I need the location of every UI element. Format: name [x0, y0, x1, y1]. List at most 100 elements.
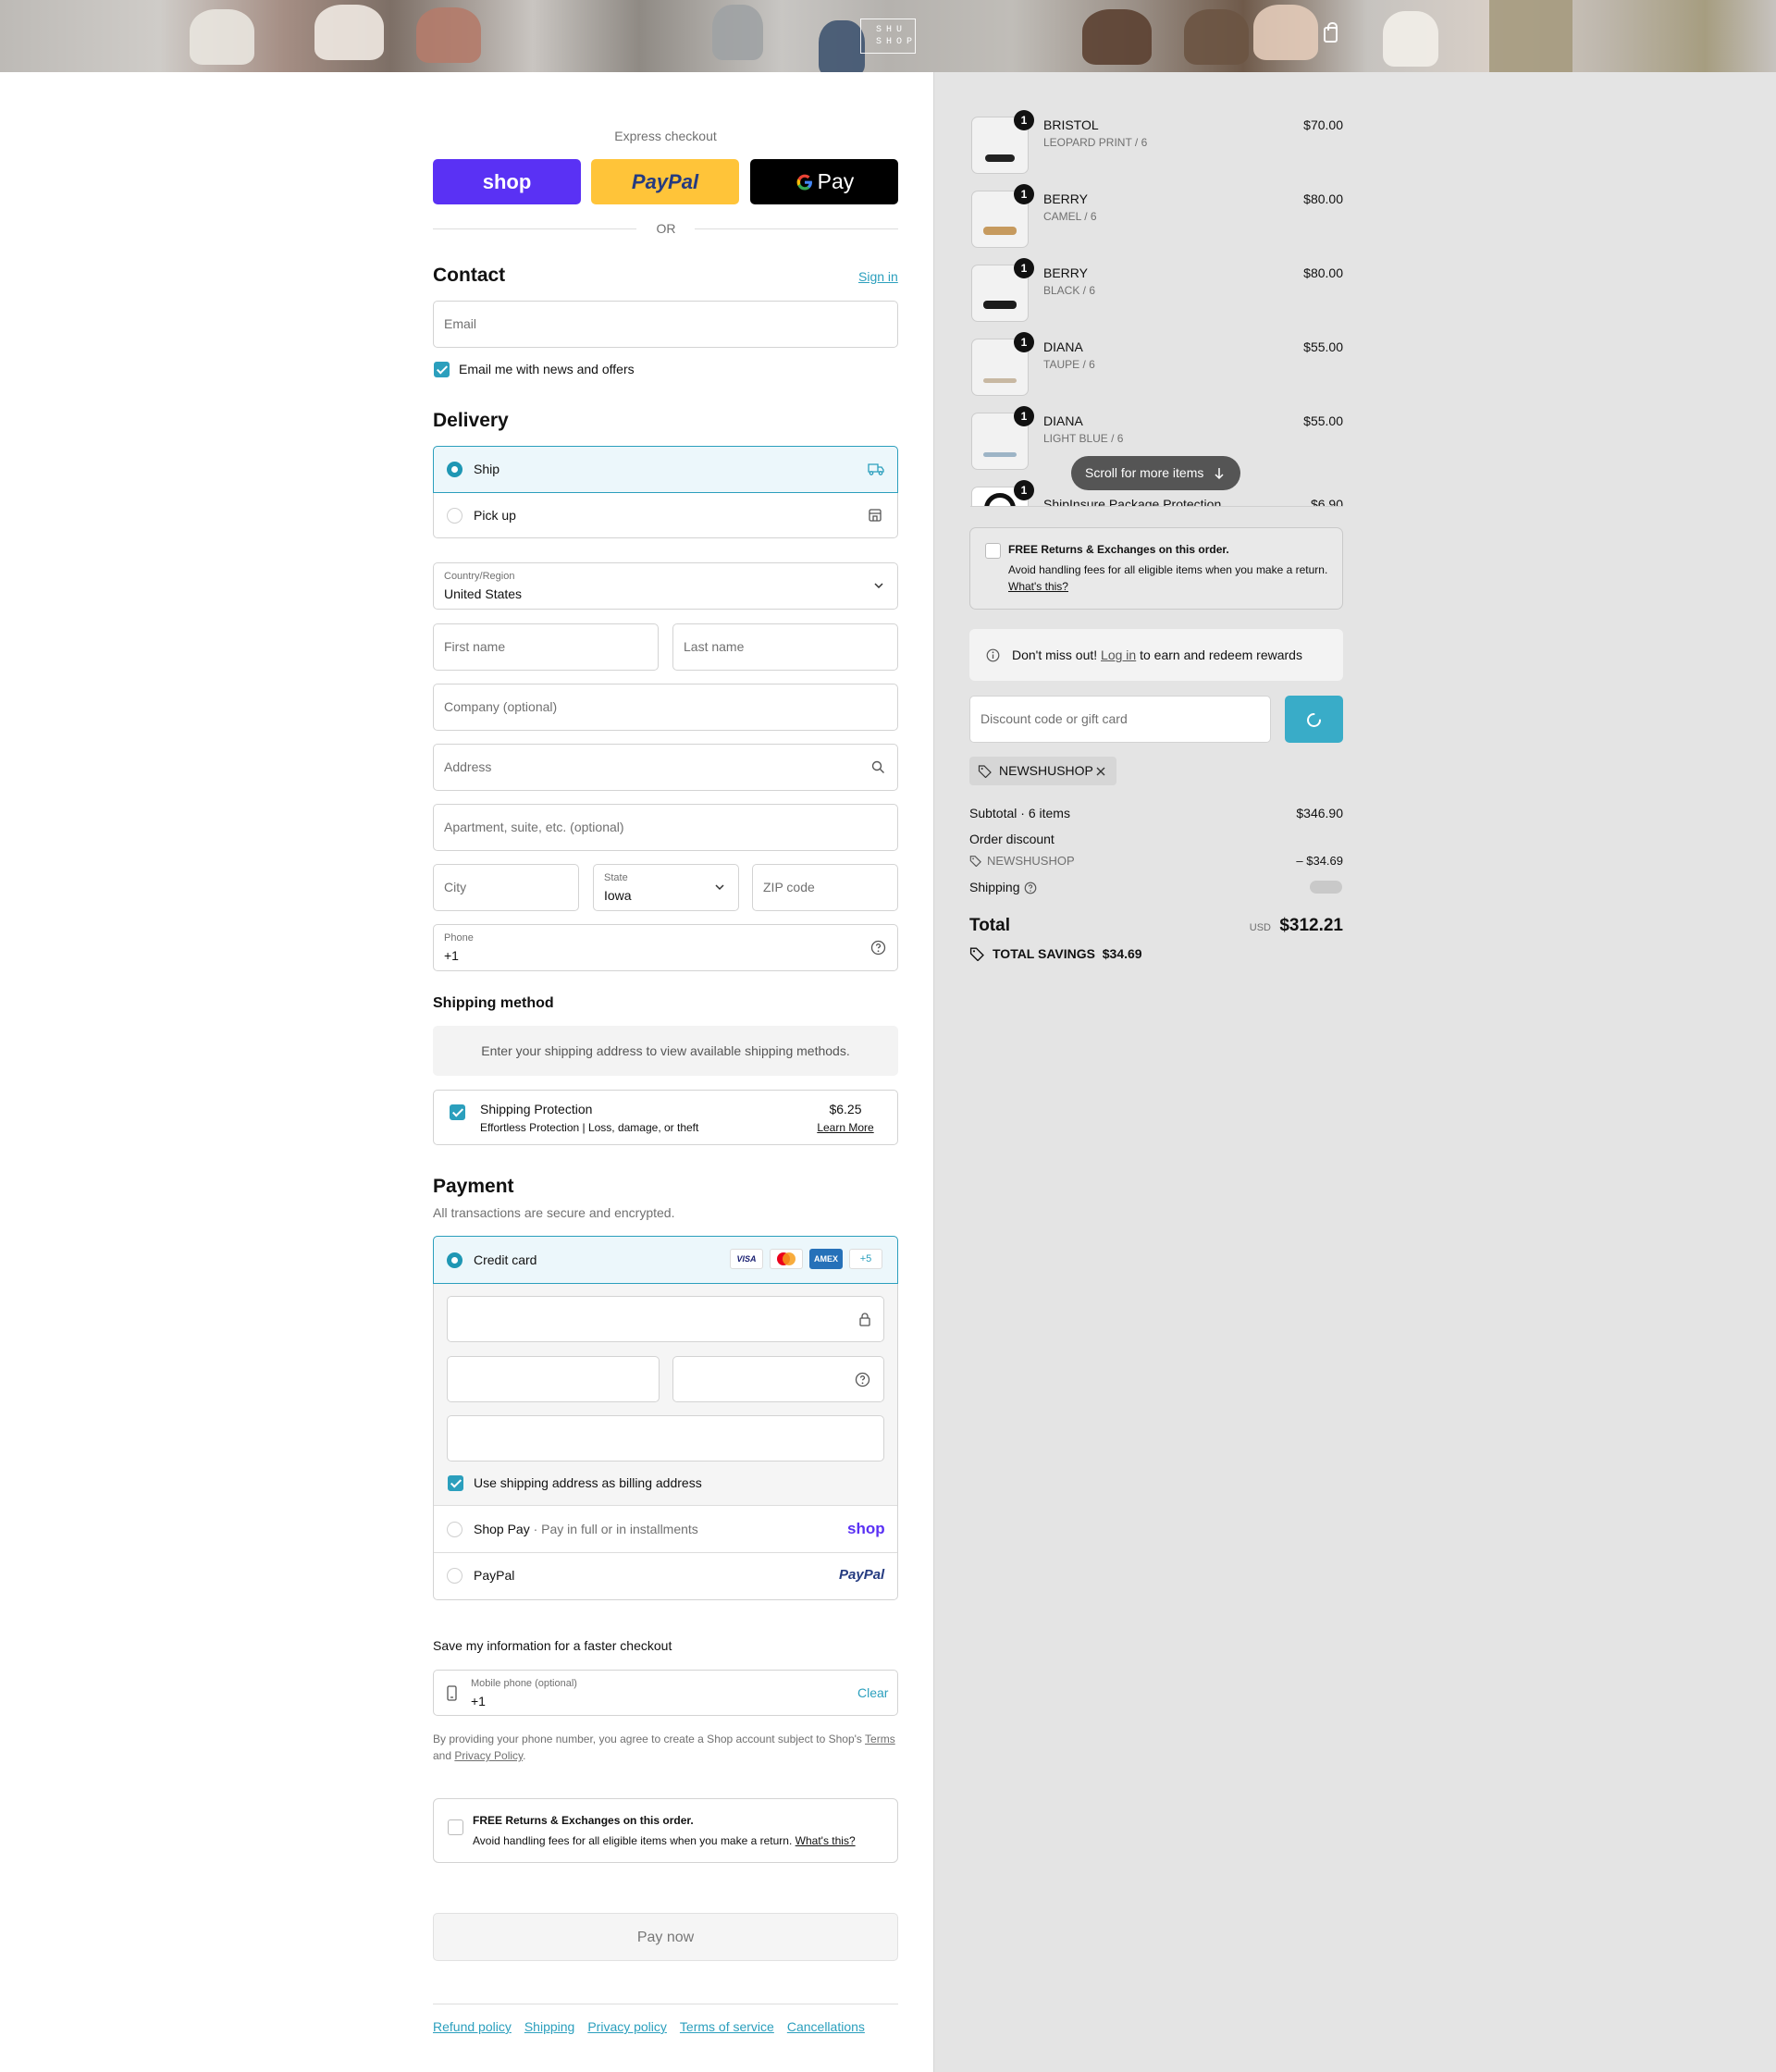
- shop-pay-option[interactable]: Shop Pay · Pay in full or in installment…: [434, 1507, 897, 1553]
- divider: [970, 506, 1343, 507]
- paypal-label: PayPal: [474, 1568, 515, 1583]
- google-pay-express-button[interactable]: Pay: [750, 159, 898, 204]
- email-field[interactable]: Email: [433, 301, 898, 348]
- free-returns-title: FREE Returns & Exchanges on this order.: [473, 1814, 694, 1827]
- help-icon[interactable]: [870, 940, 886, 956]
- refund-policy-link[interactable]: Refund policy: [433, 2019, 512, 2034]
- shopping-bag-icon[interactable]: [1324, 22, 1338, 43]
- whats-this-link[interactable]: What's this?: [1008, 580, 1068, 593]
- legal-text: .: [523, 1749, 526, 1762]
- first-name-placeholder: First name: [444, 639, 506, 654]
- apply-discount-button[interactable]: [1285, 696, 1343, 743]
- free-returns-title: FREE Returns & Exchanges on this order.: [1008, 543, 1229, 556]
- order-discount-label: Order discount: [969, 832, 1054, 846]
- ship-option[interactable]: Ship: [433, 446, 898, 493]
- mobile-phone-value: +1: [471, 1694, 486, 1708]
- log-in-link[interactable]: Log in: [1101, 648, 1136, 662]
- cart-items-list[interactable]: 1 BRISTOL LEOPARD PRINT / 6 $70.00 1 BER…: [962, 102, 1350, 506]
- legal-text: By providing your phone number, you agre…: [433, 1733, 866, 1745]
- close-icon[interactable]: [1095, 766, 1106, 777]
- total-label: Total: [969, 916, 1010, 935]
- pickup-radio[interactable]: [447, 508, 462, 524]
- shipping-policy-link[interactable]: Shipping: [524, 2019, 575, 2034]
- card-number-field[interactable]: [447, 1296, 884, 1342]
- city-field[interactable]: City: [433, 864, 579, 911]
- shipping-protection-checkbox[interactable]: [450, 1104, 465, 1120]
- tag-icon: [978, 765, 992, 778]
- discount-code-label: NEWSHUSHOP: [987, 854, 1075, 868]
- product-name: ShipInsure Package Protection: [1043, 497, 1222, 506]
- divider: [433, 228, 636, 229]
- cancellations-link[interactable]: Cancellations: [787, 2019, 865, 2034]
- ship-radio[interactable]: [447, 462, 462, 477]
- sign-in-link[interactable]: Sign in: [858, 269, 898, 284]
- shop-pay-note: Pay in full or in installments: [541, 1522, 698, 1536]
- brand-logo[interactable]: SHU SHOP: [860, 18, 916, 54]
- phone-field[interactable]: Phone +1: [433, 924, 898, 971]
- shoe-image: [416, 7, 481, 63]
- shop-pay-logo: shop: [482, 169, 532, 193]
- whats-this-link[interactable]: What's this?: [796, 1834, 856, 1847]
- learn-more-link[interactable]: Learn More: [804, 1121, 887, 1134]
- quantity-badge: 1: [1014, 110, 1034, 130]
- shop-pay-logo: shop: [847, 1520, 885, 1537]
- help-icon[interactable]: [855, 1372, 870, 1388]
- applied-code-label: NEWSHUSHOP: [999, 763, 1093, 778]
- help-icon[interactable]: [1024, 882, 1037, 894]
- product-variant: CAMEL / 6: [1043, 210, 1097, 223]
- free-returns-checkbox[interactable]: [985, 543, 1001, 559]
- pickup-option[interactable]: Pick up: [433, 493, 898, 538]
- subtotal-label: Subtotal · 6 items: [969, 806, 1070, 820]
- address-field[interactable]: Address: [433, 744, 898, 791]
- last-name-field[interactable]: Last name: [672, 623, 898, 671]
- google-pay-label: Pay: [817, 169, 855, 193]
- amex-icon: AMEX: [809, 1249, 843, 1269]
- shop-pay-radio[interactable]: [447, 1522, 462, 1537]
- free-returns-checkbox[interactable]: [448, 1819, 463, 1835]
- expiration-date-field[interactable]: [447, 1356, 660, 1402]
- free-returns-body: Avoid handling fees for all eligible ite…: [1008, 563, 1328, 576]
- terms-of-service-link[interactable]: Terms of service: [680, 2019, 774, 2034]
- product-price: $6.90: [1310, 497, 1343, 506]
- zip-field[interactable]: ZIP code: [752, 864, 898, 911]
- paypal-express-button[interactable]: PayPal: [591, 159, 739, 204]
- product-variant: BLACK / 6: [1043, 284, 1096, 297]
- city-placeholder: City: [444, 880, 467, 894]
- security-code-field[interactable]: [672, 1356, 884, 1402]
- legal-text: and: [433, 1749, 455, 1762]
- scroll-for-more-button[interactable]: Scroll for more items: [1071, 456, 1240, 490]
- product-price: $55.00: [1303, 339, 1343, 354]
- state-select[interactable]: State Iowa: [593, 864, 739, 911]
- country-select[interactable]: Country/Region United States: [433, 562, 898, 610]
- billing-same-checkbox[interactable]: [448, 1475, 463, 1491]
- search-icon: [871, 760, 884, 773]
- paypal-option[interactable]: PayPal PayPal: [434, 1553, 897, 1599]
- rewards-banner: Don't miss out! Log in to earn and redee…: [969, 629, 1343, 681]
- privacy-policy-link[interactable]: Privacy policy: [587, 2019, 667, 2034]
- privacy-policy-link[interactable]: Privacy Policy: [454, 1749, 523, 1762]
- quantity-badge: 1: [1014, 480, 1034, 500]
- mobile-phone-field[interactable]: Mobile phone (optional) +1 Clear: [433, 1670, 898, 1716]
- express-checkout-title: Express checkout: [614, 129, 717, 143]
- company-field[interactable]: Company (optional): [433, 684, 898, 731]
- name-on-card-field[interactable]: [447, 1415, 884, 1462]
- last-name-placeholder: Last name: [684, 639, 745, 654]
- discount-code-field[interactable]: Discount code or gift card: [969, 696, 1271, 743]
- shop-pay-express-button[interactable]: shop: [433, 159, 581, 204]
- email-news-checkbox[interactable]: [434, 362, 450, 377]
- clear-button[interactable]: Clear: [857, 1685, 888, 1700]
- subtotal-value: $346.90: [1296, 806, 1343, 820]
- product-name: DIANA: [1043, 339, 1083, 354]
- header-banner: SHU SHOP: [0, 0, 1776, 72]
- first-name-field[interactable]: First name: [433, 623, 659, 671]
- google-g-icon: [796, 174, 812, 190]
- pay-now-button[interactable]: Pay now: [433, 1913, 898, 1961]
- terms-link[interactable]: Terms: [865, 1733, 895, 1745]
- apartment-field[interactable]: Apartment, suite, etc. (optional): [433, 804, 898, 851]
- footer-links: Refund policy Shipping Privacy policy Terms…: [433, 2019, 878, 2036]
- shop-pay-name: Shop Pay: [474, 1522, 530, 1536]
- total-value: $312.21: [1279, 916, 1343, 935]
- shoe-image: [712, 5, 763, 60]
- credit-card-radio[interactable]: [447, 1252, 462, 1268]
- paypal-radio[interactable]: [447, 1568, 462, 1584]
